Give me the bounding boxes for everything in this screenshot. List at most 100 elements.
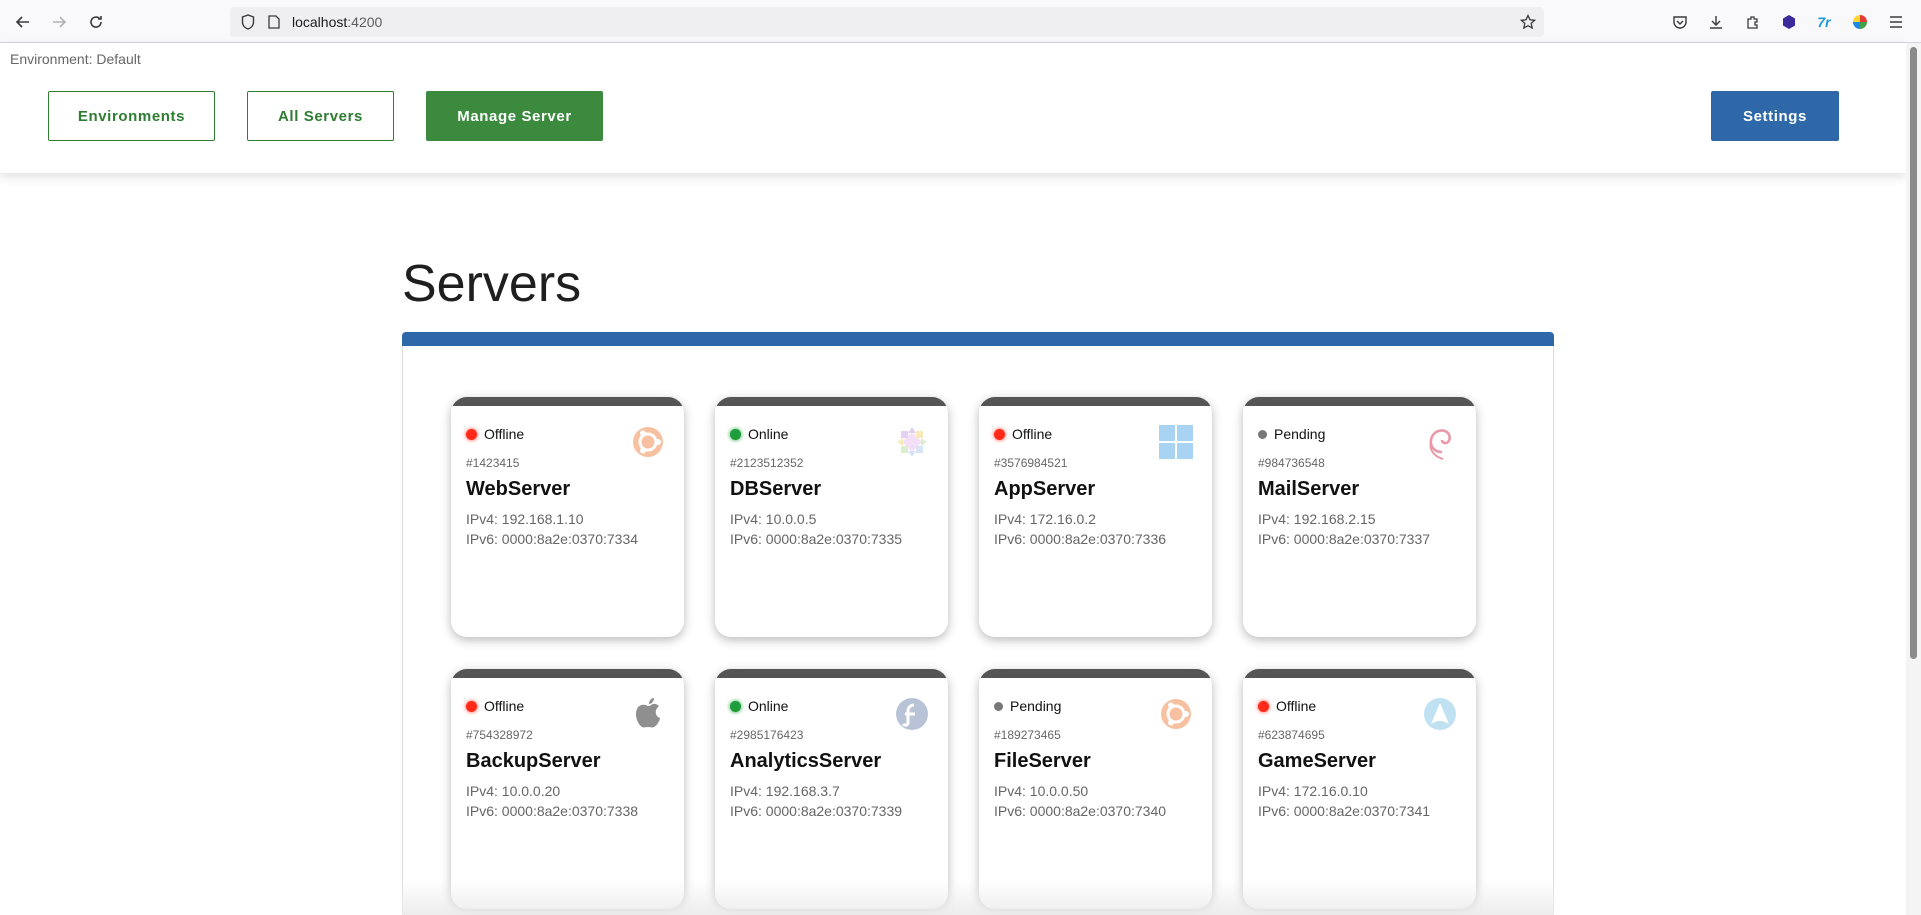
status-text: Pending — [1010, 698, 1062, 714]
ubuntu-icon — [630, 424, 666, 460]
server-card[interactable]: Pending #984736548 MailServer IPv4: 192.… — [1243, 397, 1476, 637]
app-header: Environment: Default Environments All Se… — [0, 43, 1906, 173]
card-top-bar — [979, 669, 1212, 678]
server-id: #2123512352 — [730, 456, 804, 470]
server-ipv4: IPv4: 172.16.0.2 — [994, 511, 1096, 527]
status-text: Online — [748, 698, 789, 714]
status-text: Offline — [484, 426, 525, 442]
card-top-bar — [715, 669, 948, 678]
ubuntu-icon — [1158, 696, 1194, 732]
server-ipv4: IPv4: 172.16.0.10 — [1258, 783, 1368, 799]
extension-cube-icon[interactable] — [1778, 11, 1800, 33]
status-dot-icon — [466, 428, 477, 440]
status-indicator: Offline — [466, 426, 524, 442]
status-dot-icon — [1258, 700, 1269, 712]
card-top-bar — [451, 669, 684, 678]
back-arrow-icon — [15, 16, 29, 28]
pocket-icon[interactable] — [1669, 11, 1691, 33]
status-indicator: Offline — [1258, 698, 1316, 714]
status-text: Offline — [1012, 426, 1053, 442]
card-top-bar — [451, 397, 684, 406]
url-text[interactable]: localhost:4200 — [292, 14, 382, 30]
extension-tn-icon[interactable]: 7r — [1813, 11, 1835, 33]
all-servers-button[interactable]: All Servers — [247, 91, 394, 141]
environment-label: Environment: Default — [10, 51, 141, 67]
status-dot-icon — [466, 700, 477, 712]
centos-icon — [894, 424, 930, 460]
server-card[interactable]: Online #2985176423 AnalyticsServer IPv4:… — [715, 669, 948, 909]
status-indicator: Online — [730, 698, 788, 714]
debian-icon — [1422, 424, 1458, 460]
server-ipv4: IPv4: 192.168.1.10 — [466, 511, 584, 527]
server-id: #754328972 — [466, 728, 533, 742]
server-ipv6: IPv6: 0000:8a2e:0370:7336 — [994, 531, 1167, 547]
reload-button[interactable] — [85, 11, 107, 33]
status-text: Offline — [484, 698, 525, 714]
server-card[interactable]: Offline #3576984521 AppServer IPv4: 172.… — [979, 397, 1212, 637]
server-ipv6: IPv6: 0000:8a2e:0370:7334 — [466, 531, 639, 547]
server-card[interactable]: Pending #189273465 FileServer IPv4: 10.0… — [979, 669, 1212, 909]
card-top-bar — [1243, 397, 1476, 406]
server-id: #984736548 — [1258, 456, 1325, 470]
panel-accent-bar — [402, 332, 1554, 346]
windows-icon — [1158, 424, 1194, 460]
status-indicator: Pending — [1258, 426, 1325, 442]
server-ipv6: IPv6: 0000:8a2e:0370:7335 — [730, 531, 903, 547]
page-icon — [266, 14, 282, 30]
server-ipv6: IPv6: 0000:8a2e:0370:7340 — [994, 803, 1167, 819]
server-card[interactable]: Offline #754328972 BackupServer IPv4: 10… — [451, 669, 684, 909]
server-name: AppServer — [994, 478, 1096, 500]
environments-button[interactable]: Environments — [48, 91, 215, 141]
manage-server-button[interactable]: Manage Server — [426, 91, 603, 141]
card-top-bar — [1243, 669, 1476, 678]
server-name: GameServer — [1258, 750, 1376, 772]
status-indicator: Offline — [994, 426, 1052, 442]
fedora-icon — [894, 696, 930, 732]
server-id: #189273465 — [994, 728, 1061, 742]
server-card[interactable]: Offline #623874695 GameServer IPv4: 172.… — [1243, 669, 1476, 909]
server-ipv4: IPv4: 10.0.0.20 — [466, 783, 561, 799]
reload-icon — [90, 16, 102, 28]
extensions-icon[interactable] — [1742, 11, 1764, 33]
status-indicator: Online — [730, 426, 788, 442]
downloads-icon[interactable] — [1705, 11, 1727, 33]
status-dot-icon — [730, 428, 741, 440]
server-ipv4: IPv4: 10.0.0.5 — [730, 511, 817, 527]
server-id: #1423415 — [466, 456, 520, 470]
server-ipv6: IPv6: 0000:8a2e:0370:7341 — [1258, 803, 1431, 819]
server-ipv6: IPv6: 0000:8a2e:0370:7337 — [1258, 531, 1431, 547]
scrollbar-thumb[interactable] — [1910, 47, 1917, 659]
bookmark-star-icon[interactable] — [1520, 14, 1536, 30]
server-card[interactable]: Offline #1423415 WebServer IPv4: 192.168… — [451, 397, 684, 637]
browser-toolbar: localhost:4200 7r — [0, 0, 1921, 43]
extension-color-wheel-icon[interactable] — [1849, 11, 1871, 33]
status-indicator: Offline — [466, 698, 524, 714]
status-indicator: Pending — [994, 698, 1061, 714]
status-text: Pending — [1274, 426, 1326, 442]
status-dot-icon — [730, 700, 741, 712]
status-text: Online — [748, 426, 789, 442]
back-button[interactable] — [12, 11, 34, 33]
server-name: WebServer — [466, 478, 571, 500]
forward-arrow-icon — [53, 16, 67, 28]
page-title: Servers — [402, 255, 582, 313]
shield-icon[interactable] — [240, 14, 256, 30]
status-dot-icon — [994, 428, 1005, 440]
menu-hamburger-icon[interactable] — [1885, 11, 1907, 33]
card-top-bar — [979, 397, 1212, 406]
server-id: #3576984521 — [994, 456, 1068, 470]
servers-panel: Offline #1423415 WebServer IPv4: 192.168… — [402, 332, 1554, 915]
server-ipv4: IPv4: 192.168.2.15 — [1258, 511, 1376, 527]
server-name: MailServer — [1258, 478, 1360, 500]
server-ipv6: IPv6: 0000:8a2e:0370:7338 — [466, 803, 639, 819]
server-ipv4: IPv4: 192.168.3.7 — [730, 783, 840, 799]
server-ipv6: IPv6: 0000:8a2e:0370:7339 — [730, 803, 903, 819]
server-card[interactable]: Online #2123512352 DBServer IPv4: 10.0.0… — [715, 397, 948, 637]
server-id: #623874695 — [1258, 728, 1325, 742]
server-name: FileServer — [994, 750, 1091, 772]
forward-button[interactable] — [48, 11, 70, 33]
address-bar[interactable]: localhost:4200 — [230, 7, 1544, 37]
page-scrollbar[interactable] — [1906, 43, 1921, 915]
card-top-bar — [715, 397, 948, 406]
settings-button[interactable]: Settings — [1711, 91, 1839, 141]
